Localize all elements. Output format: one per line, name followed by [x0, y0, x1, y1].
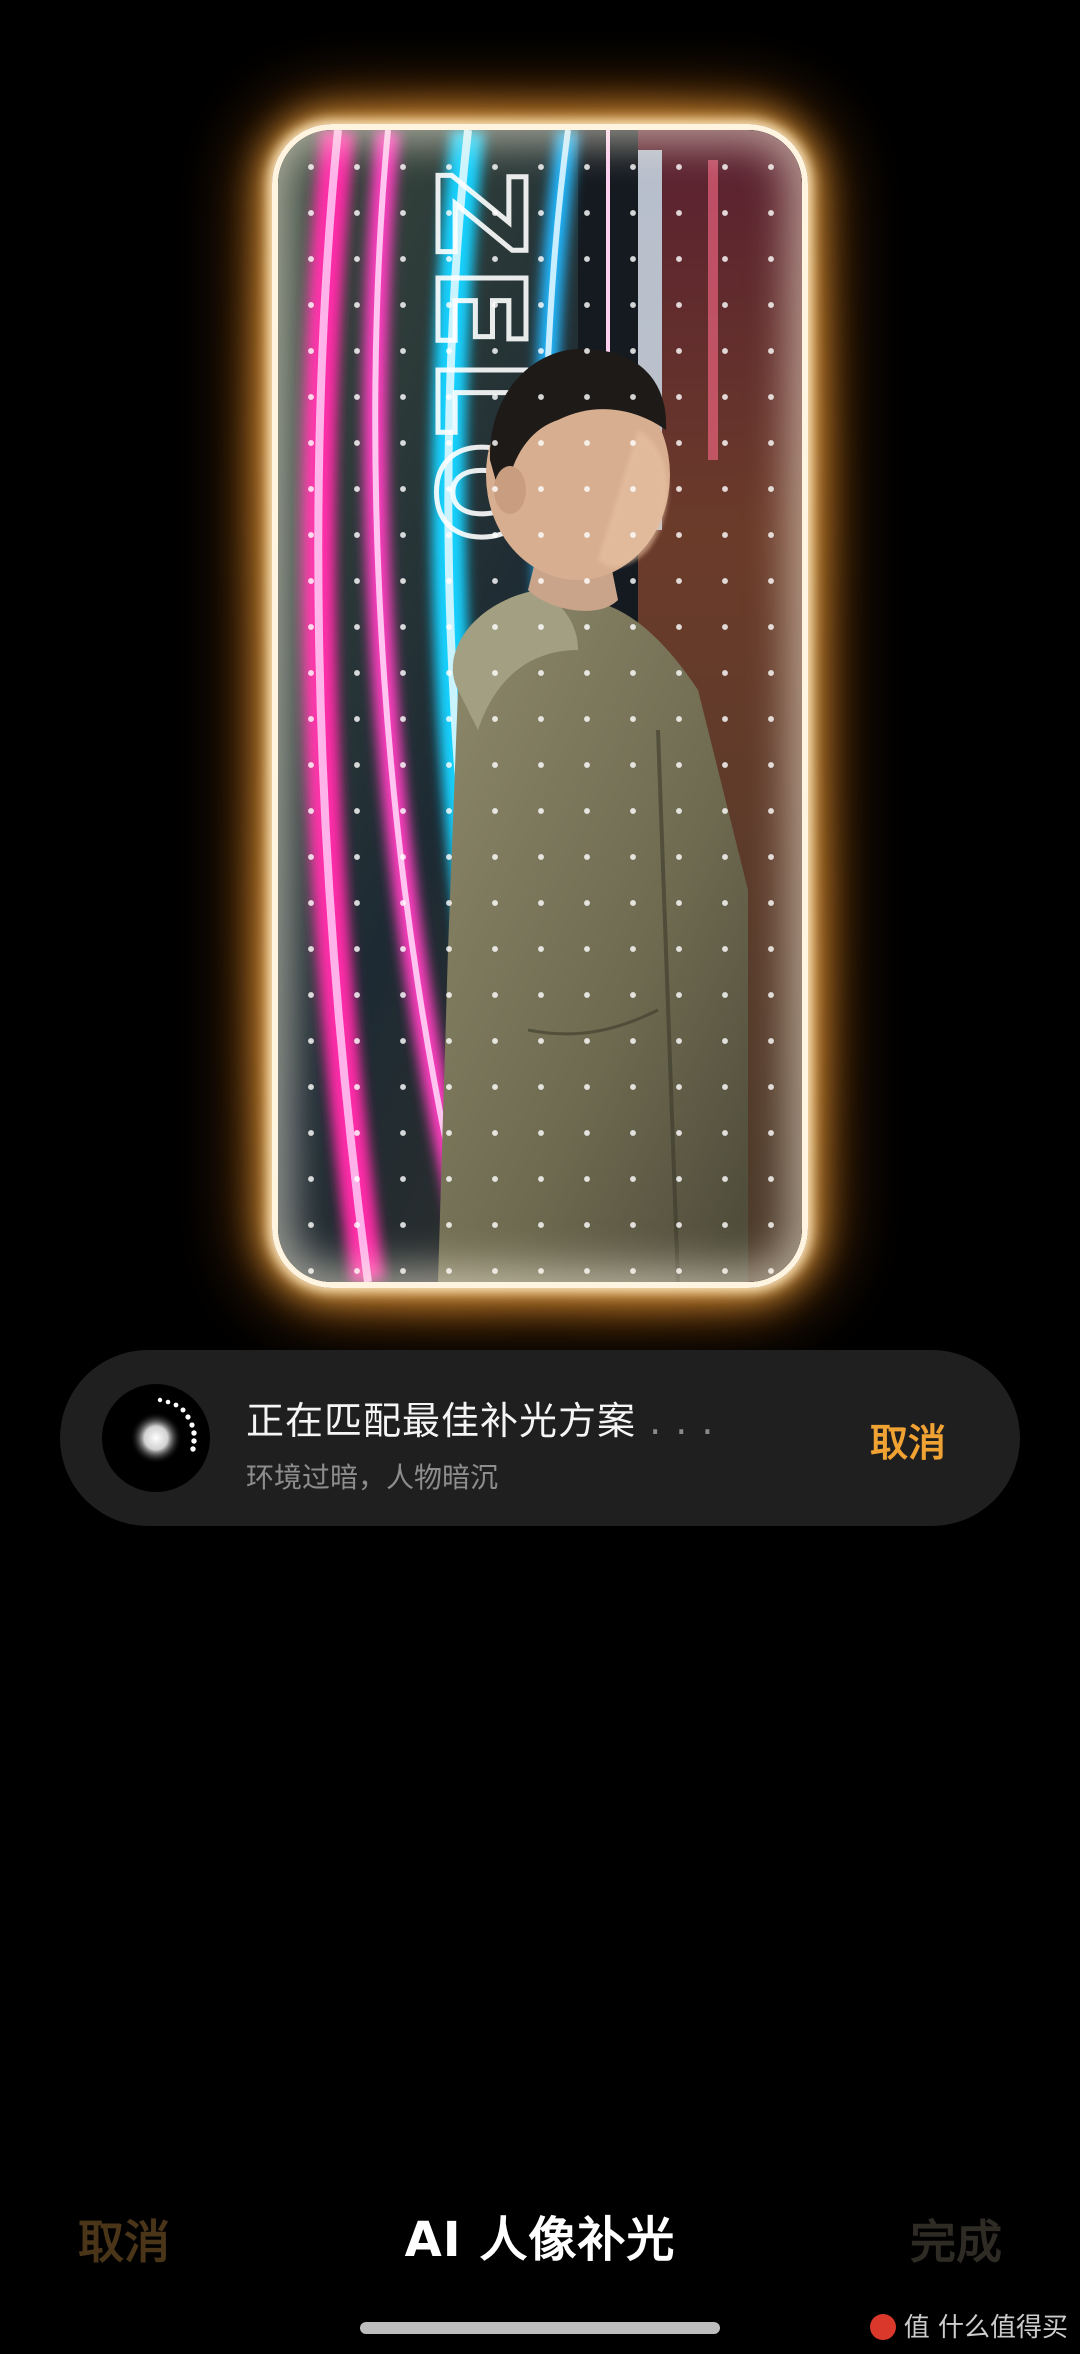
- done-button[interactable]: 完成: [910, 2206, 1002, 2272]
- loading-spinner-icon: [102, 1384, 210, 1492]
- status-title: 正在匹配最佳补光方案 . . .: [246, 1390, 715, 1445]
- status-cancel-button[interactable]: 取消: [870, 1412, 946, 1467]
- watermark: 值 什么值得买: [869, 2307, 1068, 2344]
- watermark-logo-icon: [869, 2313, 896, 2340]
- status-ellipsis: . . .: [636, 1399, 715, 1443]
- home-indicator[interactable]: [360, 2322, 720, 2334]
- status-subtitle: 环境过暗，人物暗沉: [246, 1461, 499, 1494]
- status-title-text: 正在匹配最佳补光方案: [246, 1399, 637, 1443]
- bottom-action-bar: 取消 AI 人像补光 完成: [0, 2200, 1080, 2270]
- portrait-photo: ZELO: [278, 130, 802, 1282]
- watermark-text: 值 什么值得买: [903, 2313, 1068, 2343]
- photo-preview: ZELO: [242, 94, 838, 1318]
- preview-frame: ZELO: [272, 124, 808, 1288]
- matching-status-card: 正在匹配最佳补光方案 . . . 环境过暗，人物暗沉 取消: [60, 1350, 1020, 1526]
